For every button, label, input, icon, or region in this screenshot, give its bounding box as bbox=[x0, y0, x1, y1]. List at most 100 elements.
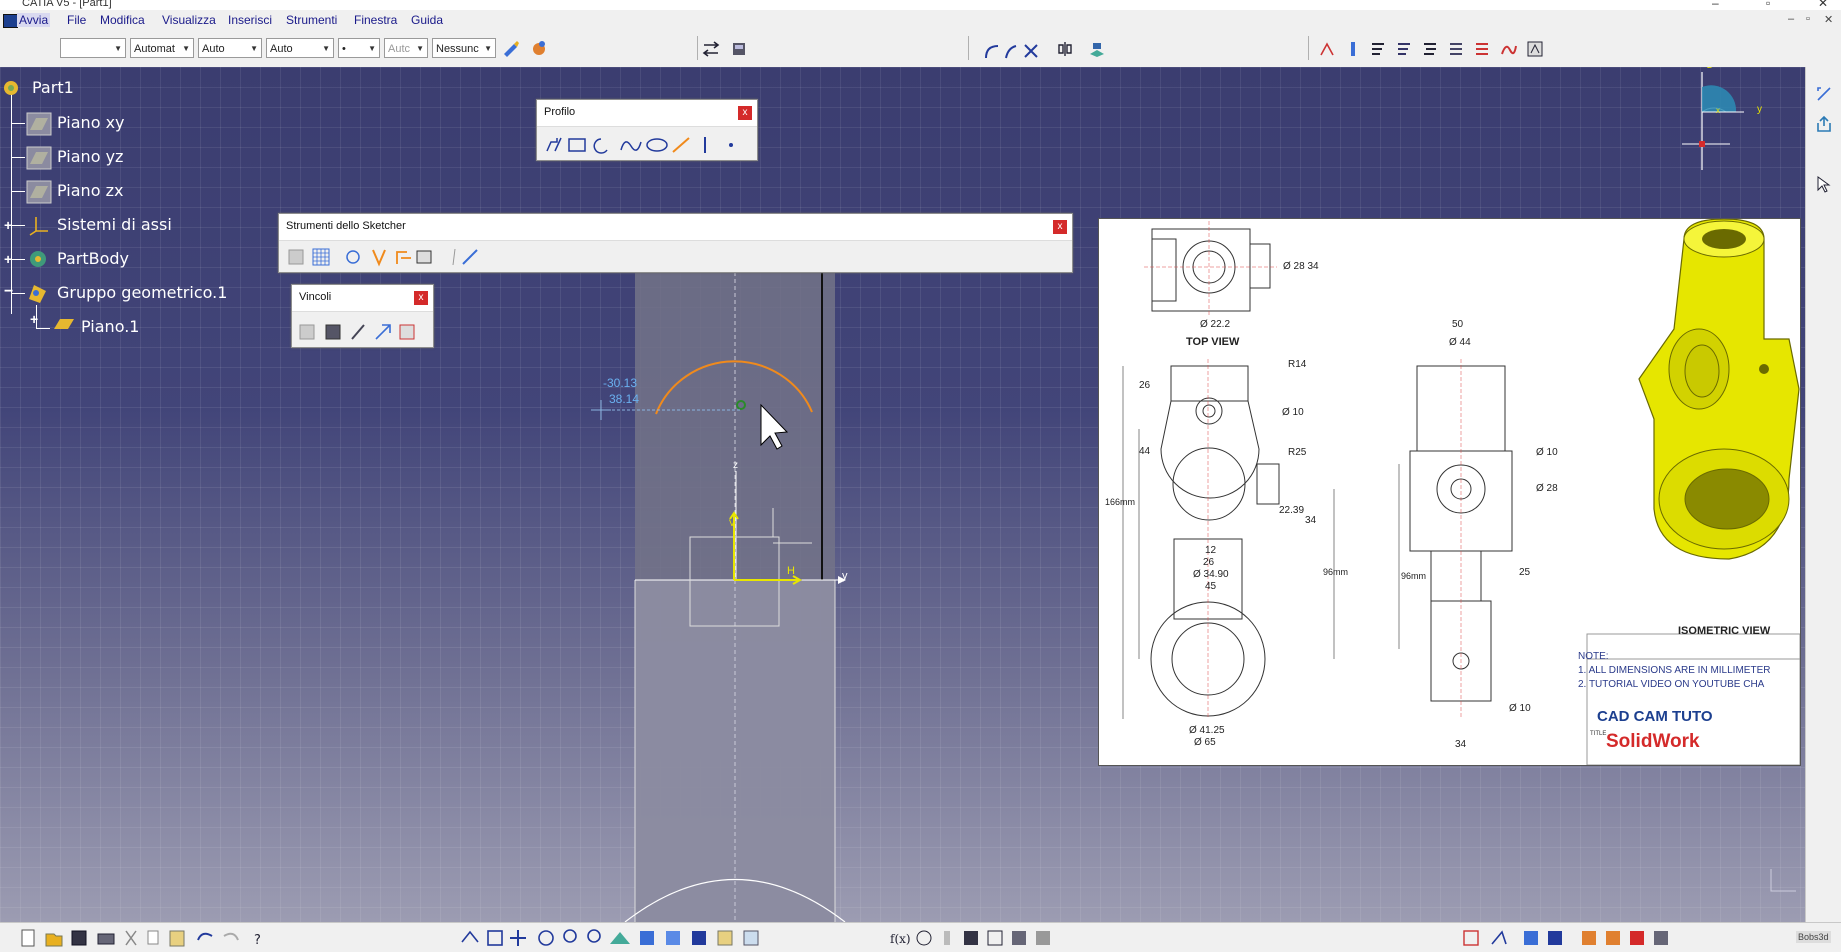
project-tool-icon[interactable] bbox=[1088, 40, 1106, 58]
table-icon[interactable] bbox=[964, 931, 978, 945]
compass-icon[interactable] bbox=[1676, 67, 1766, 177]
knowledge-icon[interactable] bbox=[944, 931, 950, 945]
undo-icon[interactable] bbox=[197, 932, 213, 941]
gear-icon[interactable] bbox=[26, 247, 50, 271]
tree-item-piano-zx[interactable]: Piano zx bbox=[57, 181, 123, 200]
hide-show-icon[interactable] bbox=[717, 930, 733, 946]
point-icon[interactable] bbox=[729, 143, 733, 147]
plane-icon[interactable] bbox=[52, 317, 76, 331]
point-combo[interactable]: • ▼ bbox=[338, 38, 380, 58]
menu-avvia[interactable]: Avvia bbox=[17, 13, 51, 27]
iso-view-icon[interactable] bbox=[666, 931, 680, 945]
menu-visualizza[interactable]: Visualizza bbox=[162, 13, 216, 27]
sketcher-tools-toolbar[interactable]: Strumenti dello Sketcher x bbox=[278, 213, 1073, 273]
tree-item-gruppo-geometrico[interactable]: Gruppo geometrico.1 bbox=[57, 283, 227, 302]
mirror-tool-icon[interactable] bbox=[1056, 40, 1074, 58]
save-view-icon[interactable] bbox=[730, 40, 748, 58]
painter-icon[interactable] bbox=[530, 39, 548, 57]
zoom-in-icon[interactable] bbox=[563, 929, 577, 943]
grid-snap-icon[interactable] bbox=[288, 249, 304, 265]
linetype-combo[interactable]: Automat ▼ bbox=[130, 38, 194, 58]
paste-icon[interactable] bbox=[169, 930, 185, 947]
formula-icon[interactable]: f(x) bbox=[890, 932, 911, 946]
menu-strumenti[interactable]: Strumenti bbox=[286, 13, 337, 27]
shading-icon[interactable] bbox=[692, 931, 706, 945]
constraint-icon-1[interactable] bbox=[1318, 40, 1336, 58]
menu-inserisci[interactable]: Inserisci bbox=[228, 13, 272, 27]
pan-icon[interactable] bbox=[510, 930, 526, 946]
redo-icon[interactable] bbox=[223, 932, 239, 941]
tree-root-part1[interactable]: Part1 bbox=[32, 78, 74, 97]
tree-item-piano-yz[interactable]: Piano yz bbox=[57, 147, 123, 166]
swap-icon[interactable] bbox=[702, 40, 720, 58]
fix-together-icon[interactable] bbox=[375, 324, 391, 340]
grid-icon[interactable] bbox=[312, 248, 330, 266]
script-icon[interactable] bbox=[1036, 931, 1050, 945]
new-file-icon[interactable] bbox=[21, 929, 35, 947]
constraint-icon-3[interactable] bbox=[1370, 40, 1388, 58]
linestyle-combo[interactable]: Auto ▼ bbox=[266, 38, 334, 58]
profilo-toolbar[interactable]: Profilo x bbox=[536, 99, 758, 161]
axis-system-icon[interactable] bbox=[28, 215, 50, 237]
sketch-tool-icon[interactable] bbox=[1815, 85, 1833, 103]
doc-close-icon[interactable]: ✕ bbox=[1824, 13, 1833, 26]
pad-icon[interactable] bbox=[1524, 931, 1538, 945]
contact-constraint-icon[interactable] bbox=[351, 324, 365, 340]
rectangle-icon[interactable] bbox=[568, 138, 586, 152]
constraint-icon-5[interactable] bbox=[1422, 40, 1440, 58]
cut-icon[interactable] bbox=[125, 930, 137, 946]
expand-axis-icon[interactable]: + bbox=[4, 217, 12, 233]
layer-combo[interactable]: Autc ▼ bbox=[384, 38, 428, 58]
plane-zx-icon[interactable] bbox=[26, 180, 52, 204]
expand-piano1-icon[interactable]: + bbox=[30, 311, 38, 327]
help-icon[interactable]: ? bbox=[254, 933, 261, 948]
dimension-toggle-icon[interactable] bbox=[396, 251, 411, 264]
construction-icon[interactable] bbox=[346, 250, 360, 264]
plane-xy-icon[interactable] bbox=[26, 112, 52, 136]
sketch-mode-icon[interactable] bbox=[1491, 930, 1507, 945]
tree-item-piano-1[interactable]: Piano.1 bbox=[81, 317, 139, 336]
profilo-close-button[interactable]: x bbox=[738, 106, 752, 120]
maximize-icon[interactable]: ▫ bbox=[1766, 0, 1770, 10]
open-folder-icon[interactable] bbox=[45, 933, 63, 947]
doc-minimize-icon[interactable]: – bbox=[1788, 13, 1794, 25]
trim-tool-icon[interactable] bbox=[1022, 42, 1040, 60]
circle-icon[interactable] bbox=[593, 138, 608, 154]
exit-workbench-icon[interactable] bbox=[1815, 115, 1833, 133]
tree-item-partbody[interactable]: PartBody bbox=[57, 249, 129, 268]
close-icon[interactable]: ✕ bbox=[1818, 0, 1828, 10]
sketcher-close-button[interactable]: x bbox=[1053, 220, 1067, 234]
plane-yz-icon[interactable] bbox=[26, 146, 52, 170]
swap-space-icon[interactable] bbox=[743, 930, 759, 946]
transform-icon[interactable] bbox=[1654, 931, 1668, 945]
menu-guida[interactable]: Guida bbox=[411, 13, 443, 27]
geometric-set-icon[interactable] bbox=[26, 281, 50, 305]
menu-modifica[interactable]: Modifica bbox=[100, 13, 145, 27]
menu-finestra[interactable]: Finestra bbox=[354, 13, 397, 27]
grid-toggle-icon[interactable] bbox=[1463, 930, 1479, 946]
geometry-toggle-icon[interactable] bbox=[416, 250, 432, 264]
constraint-icon-6[interactable] bbox=[1448, 40, 1466, 58]
dress-up-icon[interactable] bbox=[1582, 931, 1596, 945]
save-icon[interactable] bbox=[71, 930, 87, 946]
analysis-icon[interactable] bbox=[1500, 40, 1518, 58]
macro-icon[interactable] bbox=[1012, 931, 1026, 945]
corner-tool-icon[interactable] bbox=[1002, 42, 1020, 60]
constraint-icon[interactable] bbox=[325, 324, 341, 340]
constraint-icon-2[interactable] bbox=[1344, 40, 1362, 58]
doc-restore-icon[interactable]: ▫ bbox=[1806, 13, 1810, 25]
constraint-toggle-icon[interactable] bbox=[372, 249, 386, 267]
minimize-icon[interactable]: – bbox=[1712, 0, 1719, 10]
menu-file[interactable]: File bbox=[67, 13, 86, 27]
fly-mode-icon[interactable] bbox=[461, 930, 479, 943]
rotate-icon[interactable] bbox=[538, 930, 554, 946]
multi-view-icon[interactable] bbox=[640, 931, 654, 945]
comment-icon[interactable] bbox=[916, 930, 932, 946]
tree-item-sistemi-di-assi[interactable]: Sistemi di assi bbox=[57, 215, 172, 234]
sketch-analysis-icon[interactable] bbox=[1526, 40, 1544, 58]
profile-icon[interactable] bbox=[546, 137, 562, 152]
fillet-icon[interactable] bbox=[1606, 931, 1620, 945]
part-icon[interactable] bbox=[2, 79, 20, 97]
paint-brush-icon[interactable] bbox=[502, 40, 520, 58]
expand-partbody-icon[interactable]: + bbox=[4, 251, 12, 267]
